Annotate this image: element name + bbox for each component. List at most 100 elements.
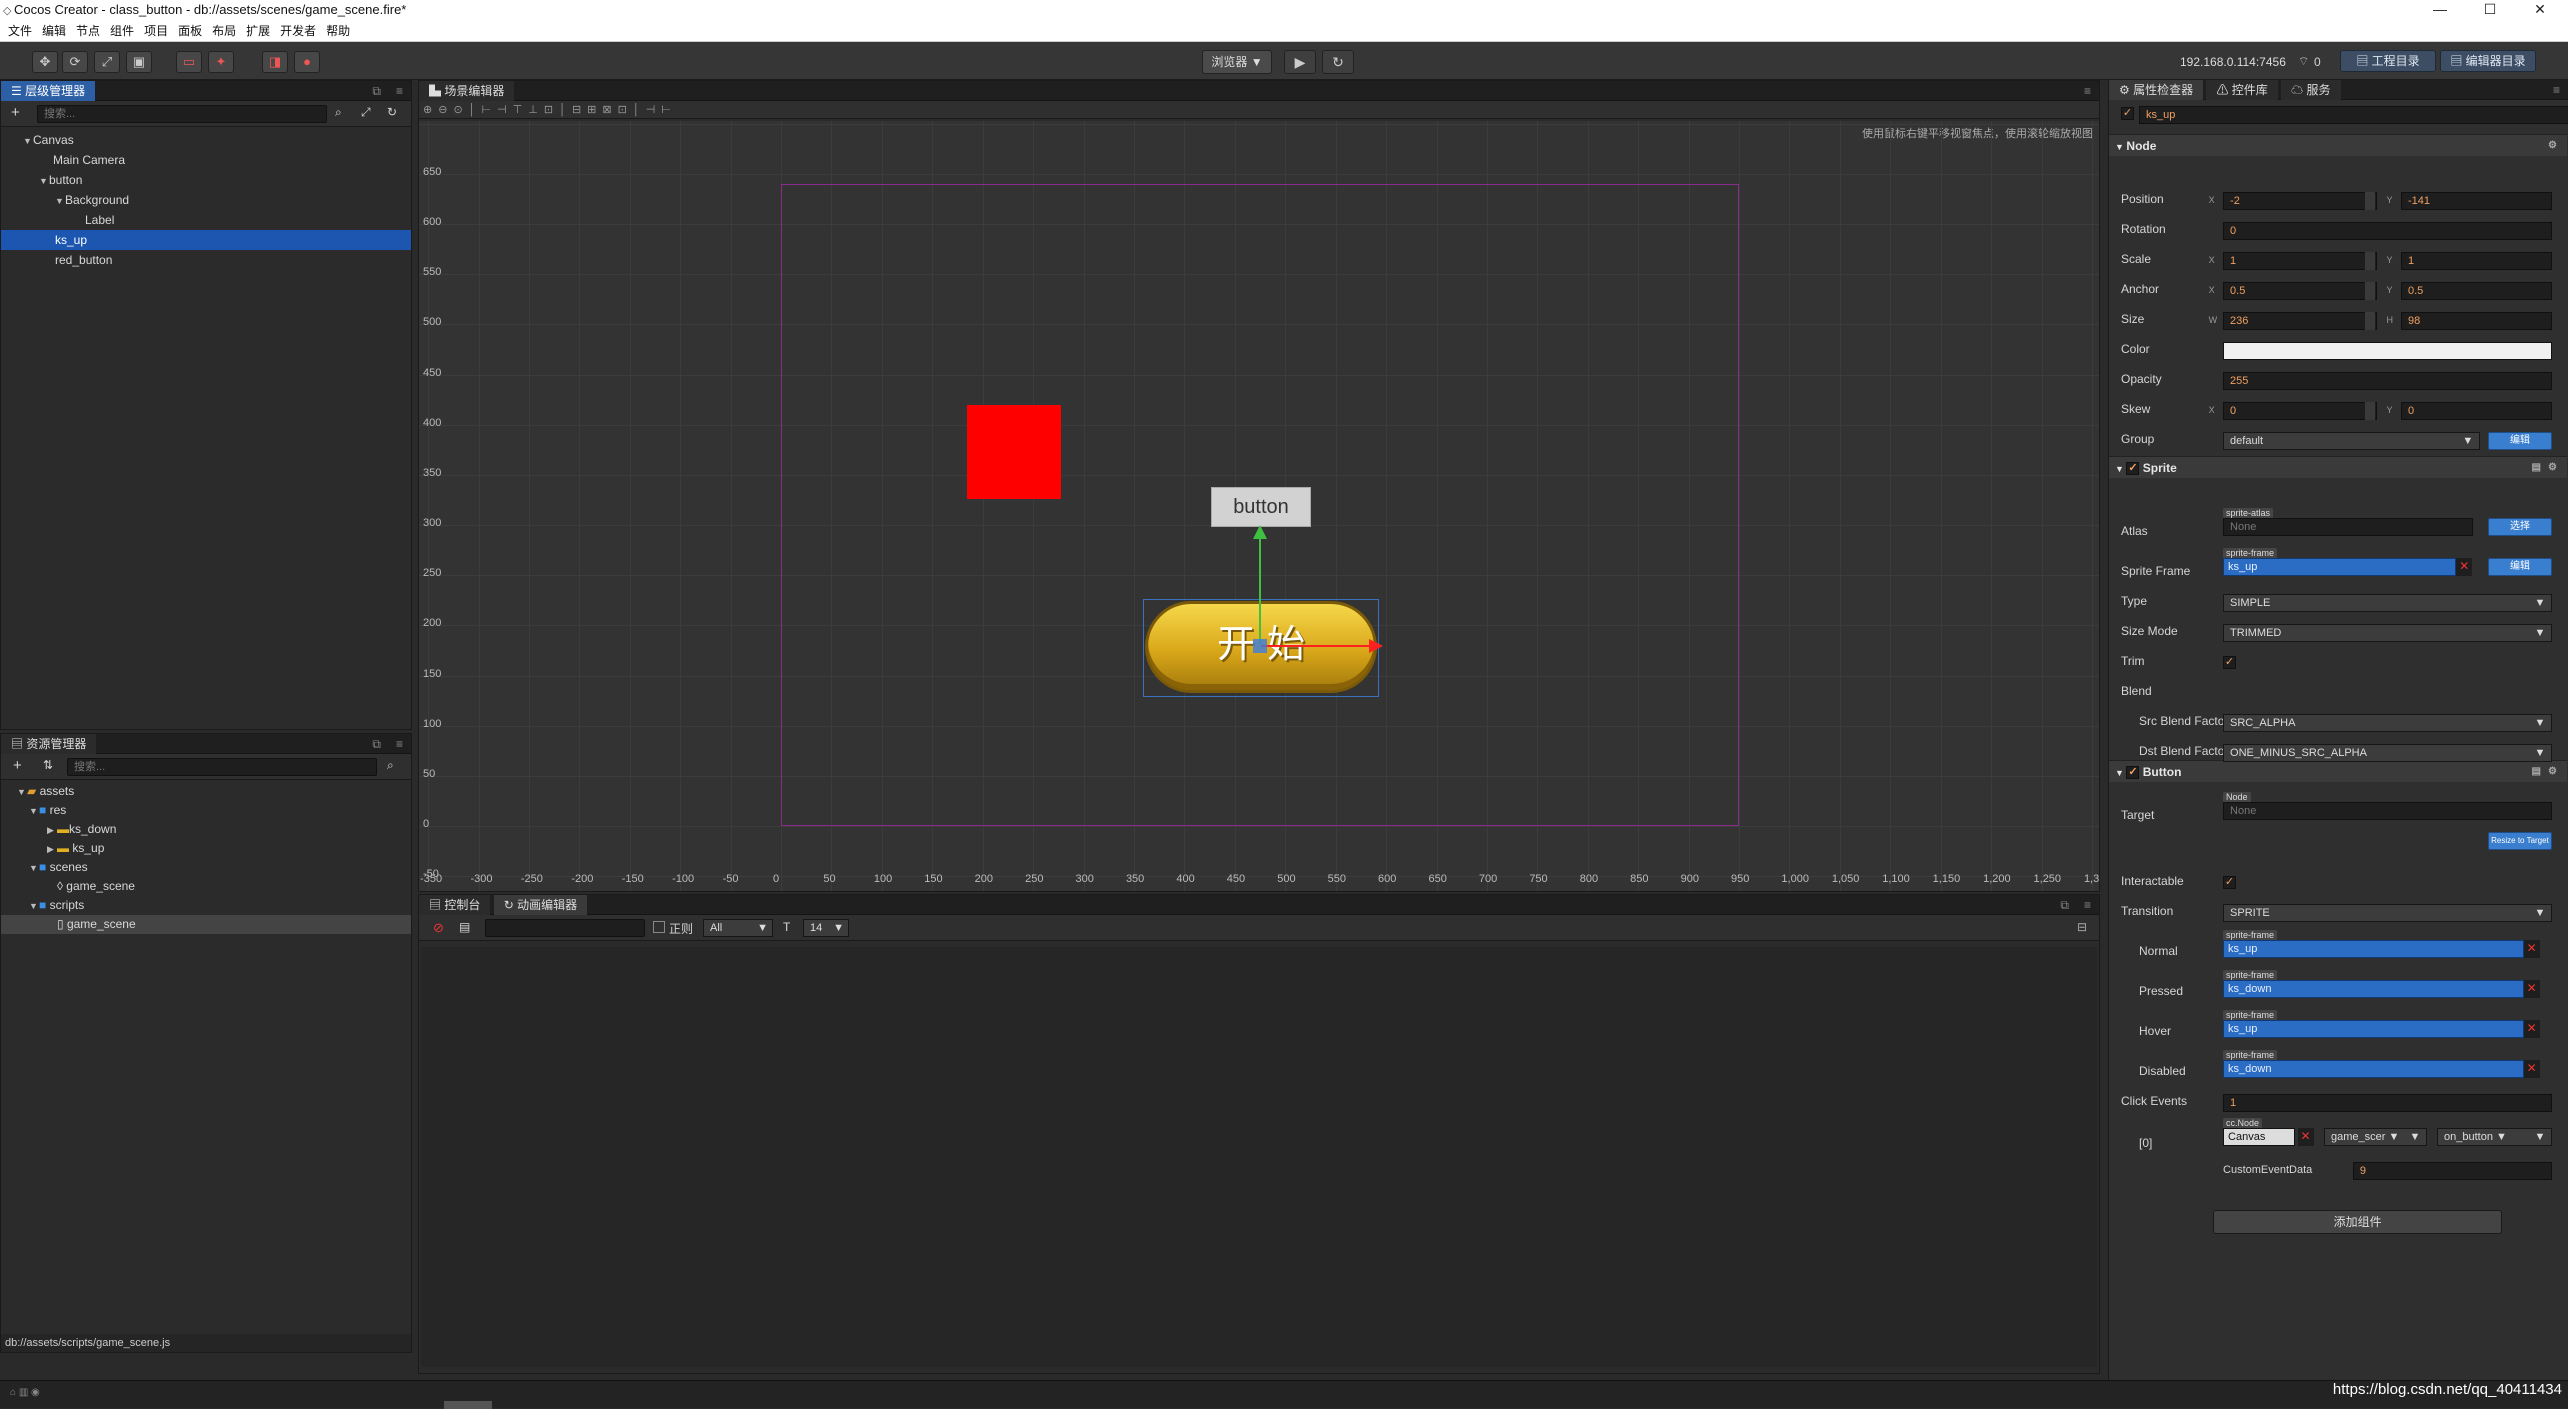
node-name-input[interactable]: ks_up	[2139, 106, 2568, 124]
anchor-x-input[interactable]: 0.5	[2223, 282, 2377, 300]
button-node[interactable]: button	[1211, 487, 1311, 527]
position-x-input[interactable]: -2	[2223, 192, 2377, 210]
menu-component[interactable]: 组件	[110, 20, 134, 42]
settings-icon[interactable]: ⚙	[2548, 457, 2557, 479]
add-node-icon[interactable]: +	[11, 104, 20, 121]
sprite-enabled-checkbox[interactable]: ✓	[2126, 462, 2140, 476]
asset-game-scene-fire[interactable]: ◊ game_scene	[1, 877, 411, 896]
menu-layout[interactable]: 布局	[212, 20, 236, 42]
settings-icon[interactable]: ⚙	[2548, 761, 2557, 783]
tree-node-red-button[interactable]: red_button	[1, 250, 411, 270]
tab-hierarchy[interactable]: ☰ 层级管理器	[1, 81, 96, 101]
button-section-header[interactable]: ▼ ✓ Button ▤ ⚙	[2109, 760, 2567, 782]
scale-x-input[interactable]: 1	[2223, 252, 2377, 270]
tree-node-main-camera[interactable]: Main Camera	[1, 150, 411, 170]
tab-inspector[interactable]: ⚙ 属性检查器	[2109, 80, 2204, 100]
size-mode-select[interactable]: TRIMMED ▼	[2223, 624, 2553, 642]
popout-icon[interactable]: ⧉	[372, 734, 381, 754]
sprite-section-header[interactable]: ▼ ✓ Sprite ▤ ⚙	[2109, 456, 2567, 478]
scene-viewport[interactable]: 使用鼠标右键平移视窗焦点，使用滚轮缩放视图 button 开 始 650 600 5…	[419, 121, 2099, 891]
add-asset-icon[interactable]: +	[13, 757, 22, 774]
add-component-button[interactable]: 添加组件	[2213, 1210, 2502, 1234]
pivot-handle[interactable]	[1253, 639, 1267, 653]
event-handler-select[interactable]: on_button ▼ ▼	[2437, 1128, 2553, 1146]
doc-icon[interactable]: ▤	[2532, 761, 2541, 783]
disabled-sprite-field[interactable]: ks_down	[2223, 1060, 2524, 1078]
collapse-icon[interactable]: ⊟	[2077, 920, 2087, 934]
panel-menu-icon[interactable]: ≡	[2553, 80, 2560, 100]
sprite-frame-edit-button[interactable]: 编辑	[2487, 558, 2553, 576]
color-swatch[interactable]	[2223, 342, 2553, 360]
asset-scripts[interactable]: ▼■ scripts	[1, 896, 411, 915]
interactable-checkbox[interactable]: ✓	[2223, 876, 2237, 889]
refresh-button[interactable]: ↻	[1322, 50, 1354, 74]
remove-x-icon[interactable]: ✕	[2523, 1020, 2540, 1038]
remove-x-icon[interactable]: ✕	[2523, 980, 2540, 998]
collapse-arrow-icon[interactable]: ▼	[29, 897, 39, 916]
doc-icon[interactable]: ▤	[2532, 457, 2541, 479]
menu-edit[interactable]: 编辑	[42, 20, 66, 42]
assets-search-input[interactable]: 搜索...	[67, 758, 377, 776]
expand-icon[interactable]: ⤢	[361, 105, 371, 120]
tab-widgets[interactable]: ⚠ 控件库	[2206, 80, 2278, 100]
search-icon[interactable]: ⌕	[335, 105, 342, 120]
y-arrow-icon[interactable]	[1253, 525, 1267, 539]
menu-project[interactable]: 项目	[144, 20, 168, 42]
spinner-icon[interactable]	[2364, 402, 2375, 420]
node-active-checkbox[interactable]: ✓	[2121, 107, 2134, 120]
sort-icon[interactable]: ⇅	[43, 758, 53, 772]
tab-console[interactable]: ▤ 控制台	[419, 895, 491, 915]
menu-panel[interactable]: 面板	[178, 20, 202, 42]
editor-dir-button[interactable]: ▤ 编辑器目录	[2440, 50, 2536, 72]
asset-game-scene-js[interactable]: ▯ game_scene	[1, 915, 411, 934]
spinner-icon[interactable]	[2364, 282, 2375, 300]
skew-y-input[interactable]: 0	[2400, 402, 2553, 420]
spinner-icon[interactable]	[2364, 312, 2375, 330]
sprite-frame-field[interactable]: ks_up	[2223, 558, 2457, 576]
target-field[interactable]: None	[2223, 802, 2553, 820]
console-filter-input[interactable]	[485, 919, 645, 937]
search-icon[interactable]: ⌕	[387, 758, 394, 773]
asset-scenes[interactable]: ▼■ scenes	[1, 858, 411, 877]
node-section-header[interactable]: ▼ Node ⚙	[2109, 134, 2567, 156]
remove-x-icon[interactable]: ✕	[2523, 940, 2540, 958]
log-level-select[interactable]: All ▼	[703, 919, 773, 937]
panel-menu-icon[interactable]: ≡	[396, 81, 403, 101]
hierarchy-search-input[interactable]: 搜索...	[37, 105, 327, 123]
menu-file[interactable]: 文件	[8, 20, 32, 42]
minimize-button[interactable]: —	[2420, 0, 2460, 20]
asset-ks-down[interactable]: ▶ ▬ks_down	[1, 820, 411, 839]
preview-ip[interactable]: 192.168.0.114:7456	[2180, 55, 2286, 69]
expand-arrow-icon[interactable]: ▶	[47, 821, 57, 840]
anchor-y-input[interactable]: 0.5	[2400, 282, 2553, 300]
popout-icon[interactable]: ⧉	[2060, 895, 2069, 915]
collapse-arrow-icon[interactable]: ▼	[29, 859, 39, 878]
position-y-input[interactable]: -141	[2400, 192, 2553, 210]
button-enabled-checkbox[interactable]: ✓	[2126, 766, 2140, 780]
tree-node-canvas[interactable]: ▼Canvas	[1, 130, 411, 150]
collapse-arrow-icon[interactable]: ▼	[29, 802, 39, 821]
snap-tool-icon[interactable]: ●	[294, 51, 320, 73]
close-button[interactable]: ✕	[2520, 0, 2560, 20]
group-select[interactable]: default ▼	[2223, 432, 2481, 450]
hover-sprite-field[interactable]: ks_up	[2223, 1020, 2524, 1038]
event-component-select[interactable]: game_scer ▼ ▼	[2324, 1128, 2428, 1146]
play-button[interactable]: ▶	[1284, 50, 1316, 74]
x-axis-gizmo[interactable]	[1261, 645, 1373, 647]
panel-menu-icon[interactable]: ≡	[2084, 81, 2091, 101]
scale-tool-icon[interactable]: ⤢	[94, 51, 120, 73]
preview-platform-select[interactable]: 浏览器 ▼	[1202, 50, 1272, 74]
expand-arrow-icon[interactable]: ▶	[47, 840, 57, 859]
tab-assets[interactable]: ▤ 资源管理器	[1, 734, 97, 754]
shape-tool-icon[interactable]: ◨	[262, 51, 288, 73]
resize-to-target-button[interactable]: Resize to Target	[2487, 832, 2553, 850]
x-arrow-icon[interactable]	[1369, 639, 1383, 653]
maximize-button[interactable]: ☐	[2470, 0, 2510, 20]
zoom-in-icon[interactable]: ⊕	[423, 104, 438, 116]
tree-node-label-item[interactable]: Label	[1, 210, 411, 230]
transition-select[interactable]: SPRITE ▼	[2223, 904, 2553, 922]
asset-assets[interactable]: ▼▰ assets	[1, 782, 411, 801]
spinner-icon[interactable]	[2364, 252, 2375, 270]
size-y-input[interactable]: 98	[2400, 312, 2553, 330]
tree-node-ks-up[interactable]: ks_up	[1, 230, 411, 250]
